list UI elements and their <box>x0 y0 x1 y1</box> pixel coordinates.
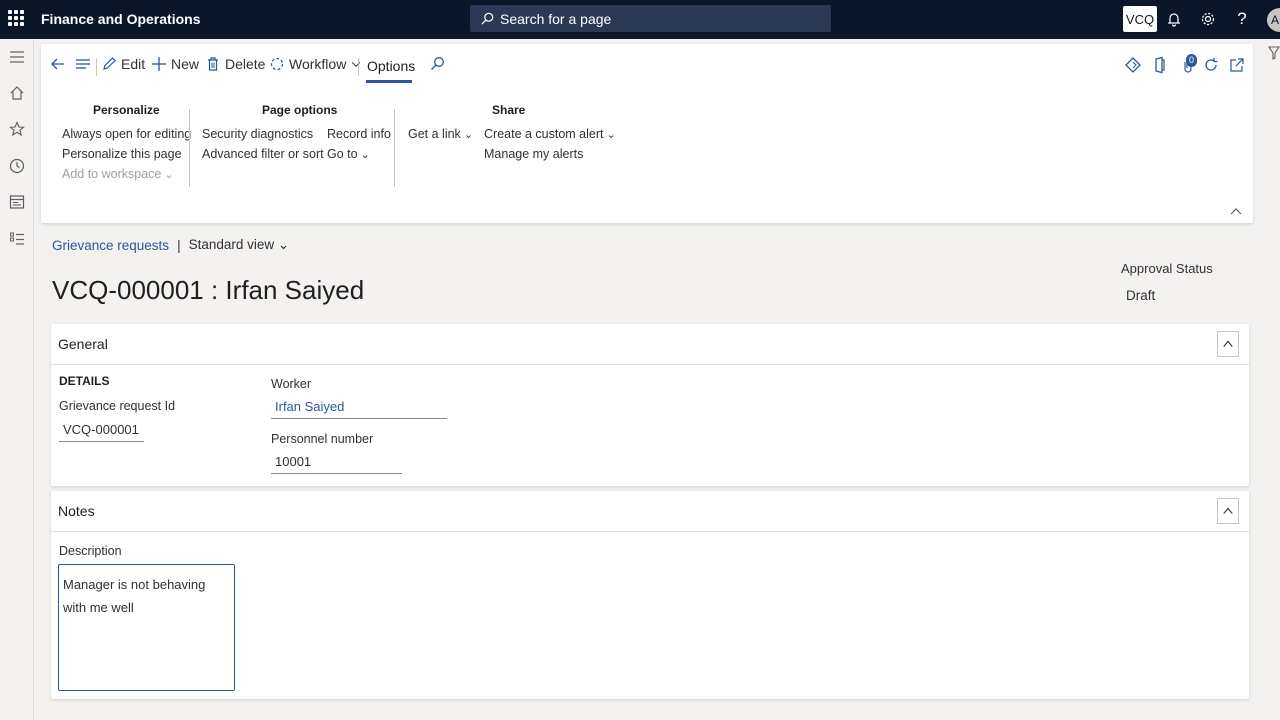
filter-icon[interactable] <box>1267 46 1280 60</box>
details-heading: DETAILS <box>59 374 110 388</box>
worker-label: Worker <box>271 377 312 391</box>
bell-icon[interactable] <box>1164 9 1184 29</box>
general-section-title: General <box>58 336 108 352</box>
personalize-group-title: Personalize <box>93 103 160 117</box>
chevron-down-icon: ⌄ <box>277 237 290 252</box>
approval-status-value: Draft <box>1126 288 1156 303</box>
personnel-number-label: Personnel number <box>271 432 374 446</box>
power-apps-icon[interactable] <box>1124 56 1142 74</box>
manage-alerts-button[interactable]: Manage my alerts <box>484 147 583 161</box>
notes-section-title: Notes <box>58 503 95 519</box>
chevron-down-icon <box>352 62 361 67</box>
refresh-icon[interactable] <box>1202 56 1220 74</box>
search-options-icon[interactable] <box>429 56 445 72</box>
collapse-notes-button[interactable] <box>1217 498 1239 524</box>
chevron-up-icon <box>1223 507 1233 514</box>
list-menu-icon[interactable] <box>75 56 91 72</box>
new-button[interactable]: New <box>151 56 199 72</box>
grievance-request-id-field[interactable]: VCQ-000001 <box>59 420 144 442</box>
back-arrow-icon[interactable] <box>50 56 66 72</box>
workflow-icon <box>270 57 284 71</box>
tab-options-underline <box>366 80 412 83</box>
breadcrumb-separator: | <box>177 237 181 253</box>
workflow-button[interactable]: Workflow <box>269 56 362 72</box>
always-open-editing-button[interactable]: Always open for editing <box>62 127 191 141</box>
edit-button[interactable]: Edit <box>101 56 145 72</box>
side-nav <box>0 39 34 720</box>
create-custom-alert-button[interactable]: Create a custom alert ⌄ <box>484 127 616 141</box>
app-title[interactable]: Finance and Operations <box>41 11 200 27</box>
plus-icon <box>152 57 166 71</box>
approval-status-label: Approval Status <box>1121 261 1213 276</box>
page-options-group-title: Page options <box>262 103 338 117</box>
action-pane: Edit New Delete Workflow Options 0 Perso… <box>41 44 1253 223</box>
favorites-star-icon[interactable] <box>8 120 26 138</box>
toolbar-divider <box>358 58 359 76</box>
trash-icon <box>208 57 218 71</box>
toolbar: Edit New Delete Workflow Options 0 <box>41 44 1253 88</box>
breadcrumb: Grievance requests | Standard view ⌄ <box>52 237 289 253</box>
chevron-up-icon[interactable] <box>1229 204 1243 218</box>
chevron-up-icon <box>1223 340 1233 347</box>
help-icon[interactable]: ? <box>1232 9 1252 29</box>
personnel-number-field[interactable]: 10001 <box>271 452 402 474</box>
go-to-button[interactable]: Go to ⌄ <box>327 147 370 161</box>
recent-clock-icon[interactable] <box>8 157 26 175</box>
chevron-down-icon: ⌄ <box>164 169 174 181</box>
general-section-header[interactable]: General <box>51 324 1249 365</box>
pencil-icon <box>103 57 116 70</box>
personalize-page-button[interactable]: Personalize this page <box>62 147 182 161</box>
chevron-down-icon: ⌄ <box>606 129 616 141</box>
notes-section: Notes Description Manager is not behavin… <box>51 491 1249 699</box>
notes-section-header[interactable]: Notes <box>51 491 1249 532</box>
group-divider <box>189 109 190 187</box>
avatar[interactable]: AD <box>1267 8 1280 32</box>
app-launcher-icon[interactable] <box>8 10 24 26</box>
security-diagnostics-button[interactable]: Security diagnostics <box>202 127 313 141</box>
worker-field[interactable]: Irfan Saiyed <box>271 397 447 419</box>
attachments-count-badge: 0 <box>1186 54 1197 67</box>
chevron-down-icon: ⌄ <box>360 149 370 161</box>
record-info-button[interactable]: Record info <box>327 127 391 141</box>
home-icon[interactable] <box>8 84 26 102</box>
share-group-title: Share <box>492 103 526 117</box>
modules-list-icon[interactable] <box>8 230 26 248</box>
gear-icon[interactable] <box>1198 9 1218 29</box>
search-placeholder: Search for a page <box>500 10 612 27</box>
workspaces-icon[interactable] <box>8 193 26 211</box>
description-label: Description <box>59 544 122 558</box>
toolbar-divider <box>96 58 97 76</box>
chevron-down-icon: ⌄ <box>463 129 474 141</box>
company-picker[interactable]: VCQ <box>1123 6 1157 32</box>
breadcrumb-grievance-requests[interactable]: Grievance requests <box>52 238 169 253</box>
view-selector[interactable]: Standard view ⌄ <box>189 237 290 253</box>
page-title: VCQ-000001 : Irfan Saiyed <box>52 275 365 305</box>
open-new-window-icon[interactable] <box>1228 56 1246 74</box>
collapse-general-button[interactable] <box>1217 331 1239 357</box>
search-bar[interactable]: Search for a page <box>470 5 831 32</box>
delete-button[interactable]: Delete <box>205 56 265 72</box>
office-icon[interactable] <box>1151 56 1169 74</box>
hamburger-icon[interactable] <box>8 48 26 66</box>
description-textarea[interactable]: Manager is not behaving with me well <box>58 564 235 691</box>
general-section: General DETAILS Grievance request Id VCQ… <box>51 324 1249 486</box>
search-icon <box>481 12 494 25</box>
group-divider <box>394 109 395 187</box>
grievance-request-id-label: Grievance request Id <box>59 399 176 413</box>
add-to-workspace-button[interactable]: Add to workspace ⌄ <box>62 167 174 181</box>
advanced-filter-button[interactable]: Advanced filter or sort <box>202 147 324 161</box>
get-link-button[interactable]: Get a link ⌄ <box>408 127 473 141</box>
top-bar: Finance and Operations Search for a page… <box>0 0 1280 39</box>
tab-options[interactable]: Options <box>367 58 415 74</box>
